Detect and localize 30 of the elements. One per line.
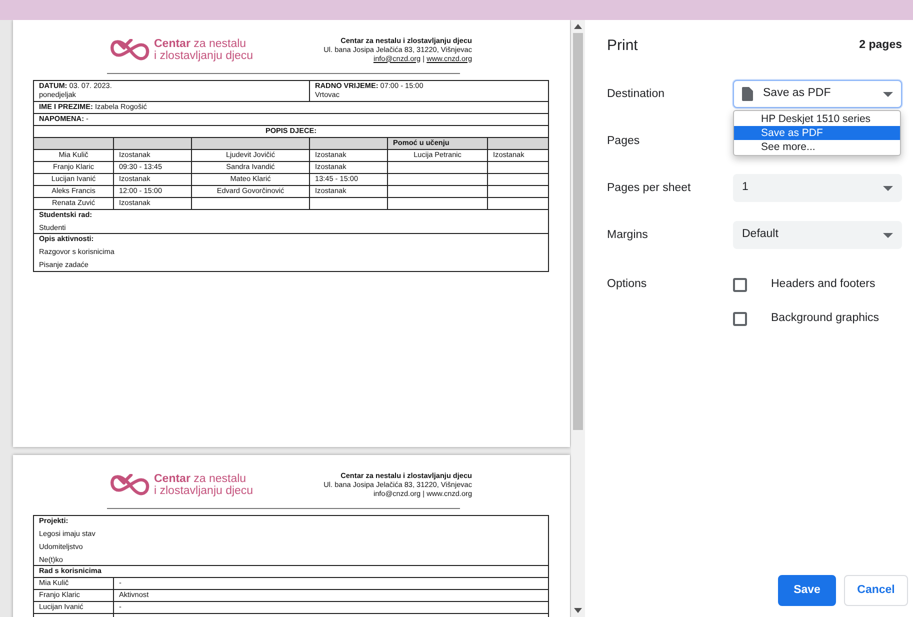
dropdown-select[interactable]: Save as PDF <box>733 80 902 108</box>
checkbox-label[interactable]: Background graphics <box>771 310 880 328</box>
dropdown-option[interactable]: HP Deskjet 1510 series <box>734 112 900 126</box>
dropdown-select[interactable]: Default <box>733 221 902 249</box>
checkbox-label[interactable]: Headers and footers <box>771 276 876 294</box>
checkbox[interactable] <box>733 312 747 326</box>
dropdown-option[interactable]: Save as PDF <box>734 126 900 140</box>
checkbox[interactable] <box>733 278 747 292</box>
setting-label: Pages per sheet <box>607 181 692 196</box>
caret-icon <box>883 186 893 190</box>
page-count: 2 pages <box>859 38 902 54</box>
hearts-logo-icon <box>110 474 150 496</box>
scroll-down-icon[interactable] <box>574 608 582 613</box>
scrollbar[interactable] <box>571 20 585 617</box>
document-icon <box>742 87 753 101</box>
scrollbar-thumb[interactable] <box>573 33 583 430</box>
save-button[interactable]: Save <box>778 574 836 606</box>
setting-label: Margins <box>607 228 649 243</box>
logo-text: Centar za nestalu i zlostavljanju djecu <box>154 473 254 498</box>
caret-icon <box>883 92 893 96</box>
dropdown-select[interactable]: 1 <box>733 174 902 202</box>
setting-label: Pages <box>607 134 641 149</box>
cancel-button[interactable]: Cancel <box>844 574 908 606</box>
hearts-logo-icon <box>110 39 150 62</box>
dropdown-option[interactable]: See more... <box>734 140 900 154</box>
logo-text: Centar za nestalu i zlostavljanju djecu <box>154 38 254 62</box>
caret-icon <box>883 232 893 238</box>
setting-label: Options <box>607 277 648 292</box>
dialog-title: Print <box>607 36 638 56</box>
setting-label: Destination <box>607 87 666 102</box>
